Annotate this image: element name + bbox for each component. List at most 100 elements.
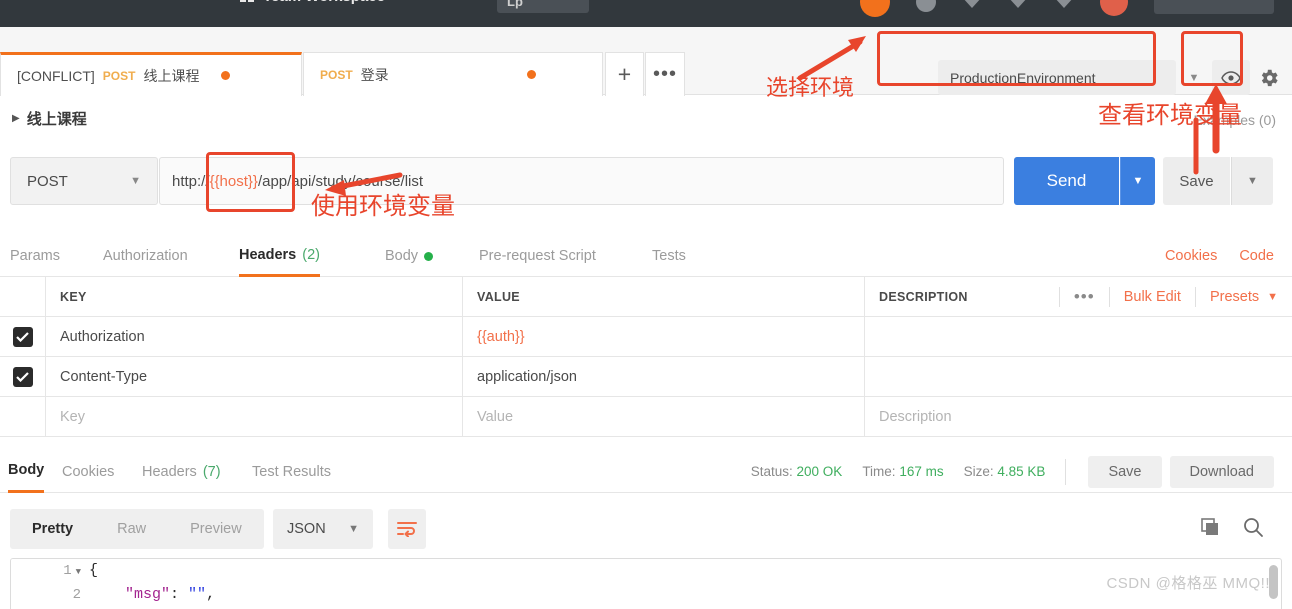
header-value[interactable]: {{auth}} [477, 329, 525, 345]
gear-icon[interactable] [1254, 60, 1284, 95]
row-checkbox[interactable] [12, 326, 33, 347]
cookies-link[interactable]: Cookies [1165, 248, 1217, 264]
new-tab-button[interactable]: + [605, 52, 644, 96]
tab-conflict-badge: [CONFLICT] [17, 67, 95, 84]
response-save-button[interactable]: Save [1088, 455, 1162, 488]
tab-method-label: POST [320, 67, 353, 82]
code-link[interactable]: Code [1239, 248, 1274, 264]
response-tab-test-results[interactable]: Test Results [252, 450, 331, 493]
url-variable: {{host}} [209, 172, 258, 190]
response-body-editor[interactable]: 1 ▼ 2 { "msg": "", [10, 558, 1282, 609]
copy-icon[interactable] [1200, 517, 1220, 542]
url-suffix: /app/api/study/course/list [257, 172, 424, 190]
workspace-selector[interactable]: Team Workspace [240, 0, 385, 5]
url-row: POST ▼ http://{{host}}/app/api/study/cou… [0, 145, 1292, 220]
tab-count: (7) [202, 463, 221, 480]
chevron-down-icon[interactable] [1054, 0, 1074, 8]
tab-method-label: POST [102, 68, 136, 83]
table-row: Content-Type application/json [0, 357, 1292, 397]
alert-icon[interactable] [1100, 0, 1128, 16]
new-key-input[interactable]: Key [60, 409, 85, 425]
headers-table: KEY VALUE DESCRIPTION ••• Bulk Edit Pres… [0, 277, 1292, 437]
response-download-button[interactable]: Download [1169, 455, 1274, 488]
body-present-dot-icon [424, 251, 434, 261]
fold-icon[interactable]: ▼ [76, 567, 81, 577]
tab-pre-request-script[interactable]: Pre-request Script [479, 235, 596, 277]
eye-icon[interactable] [1212, 60, 1250, 95]
response-format-selector[interactable]: JSON ▼ [273, 509, 373, 549]
topbar-search-box[interactable] [1154, 0, 1274, 14]
request-tab-strip: [CONFLICT] POST 线上课程 POST 登录 + ••• Produ… [0, 27, 1292, 96]
table-more-options-button[interactable]: ••• [1074, 287, 1095, 307]
sync-icon[interactable] [916, 0, 936, 12]
send-options-button[interactable]: ▼ [1120, 157, 1155, 205]
new-value-input[interactable]: Value [477, 409, 513, 425]
response-meta: Status: 200 OK Time: 167 ms Size: 4.85 K… [751, 450, 1274, 493]
search-icon[interactable] [1242, 516, 1264, 543]
tab-options-button[interactable]: ••• [645, 52, 685, 96]
placeholder-checkbox-cell [0, 397, 46, 436]
tab-tests[interactable]: Tests [652, 235, 686, 277]
tab-name-label: 线上课程 [143, 67, 200, 84]
column-header-value: VALUE [477, 289, 520, 304]
workspace-label: Team Workspace [263, 0, 385, 5]
response-section-tabs: Body Cookies Headers (7) Test Results St… [0, 450, 1292, 493]
grid-icon [240, 0, 255, 3]
postman-window: Team Workspace Lp [CONFLICT] POST 线上课程 P… [0, 0, 1292, 609]
request-tab-0[interactable]: [CONFLICT] POST 线上课程 [0, 52, 302, 96]
save-button[interactable]: Save [1163, 157, 1230, 205]
tab-params[interactable]: Params [10, 235, 60, 277]
tab-label: Authorization [103, 248, 188, 264]
environment-selector[interactable]: ProductionEnvironment [938, 60, 1176, 95]
save-options-button[interactable]: ▼ [1231, 157, 1273, 205]
topbar-pill-button[interactable]: Lp [497, 0, 589, 13]
response-tab-cookies[interactable]: Cookies [62, 450, 114, 493]
row-checkbox[interactable] [12, 366, 33, 387]
code-line: { [89, 562, 99, 579]
request-tab-1[interactable]: POST 登录 [303, 52, 603, 96]
status-label: Status: 200 OK [750, 464, 843, 479]
response-tools [1200, 509, 1264, 549]
breadcrumb[interactable]: ▶ 线上课程 [12, 108, 87, 129]
tab-body[interactable]: Body [385, 235, 434, 277]
table-row-placeholder: Key Value Description [0, 397, 1292, 437]
view-mode-pretty[interactable]: Pretty [10, 509, 95, 549]
send-button[interactable]: Send [1014, 157, 1119, 205]
url-input[interactable]: http://{{host}}/app/api/study/course/lis… [159, 157, 1004, 205]
header-value[interactable]: application/json [477, 369, 577, 385]
presets-button[interactable]: Presets [1210, 289, 1259, 305]
view-mode-raw[interactable]: Raw [95, 509, 168, 549]
table-row: Authorization {{auth}} [0, 317, 1292, 357]
wrap-lines-icon[interactable] [388, 509, 426, 549]
tab-authorization[interactable]: Authorization [103, 235, 188, 277]
http-method-selector[interactable]: POST ▼ [10, 157, 158, 205]
environment-caret-icon[interactable]: ▼ [1180, 72, 1208, 84]
header-key[interactable]: Content-Type [60, 369, 147, 385]
size-label: Size: 4.85 KB [963, 464, 1046, 479]
line-number-gutter: 1 ▼ 2 [11, 559, 89, 609]
time-value: 167 ms [899, 464, 944, 479]
chevron-down-icon[interactable]: ▼ [1267, 291, 1278, 303]
divider [1194, 286, 1196, 307]
unsaved-dot-icon [221, 71, 231, 80]
comment-icon[interactable] [962, 0, 982, 8]
tab-label: Params [10, 248, 60, 264]
unsaved-dot-icon [526, 70, 536, 79]
editor-scrollbar-thumb[interactable] [1269, 565, 1278, 599]
header-key[interactable]: Authorization [60, 329, 145, 345]
response-tab-body[interactable]: Body [8, 450, 45, 493]
column-header-key: KEY [60, 289, 87, 304]
new-description-input[interactable]: Description [879, 409, 952, 425]
bell-icon[interactable] [1008, 0, 1028, 8]
response-tab-headers[interactable]: Headers (7) [142, 450, 221, 493]
chevron-right-icon[interactable]: ▶ [12, 113, 20, 124]
examples-link[interactable]: Examples (0) [1194, 112, 1276, 128]
tab-label: Headers [239, 246, 297, 263]
view-mode-group: Pretty Raw Preview [10, 509, 264, 549]
tab-headers[interactable]: Headers (2) [239, 235, 320, 277]
view-mode-preview[interactable]: Preview [168, 509, 264, 549]
user-avatar-icon[interactable] [860, 0, 890, 17]
bulk-edit-button[interactable]: Bulk Edit [1124, 289, 1181, 305]
format-label: JSON [287, 521, 326, 537]
response-view-toolbar: Pretty Raw Preview JSON ▼ [0, 500, 1292, 558]
